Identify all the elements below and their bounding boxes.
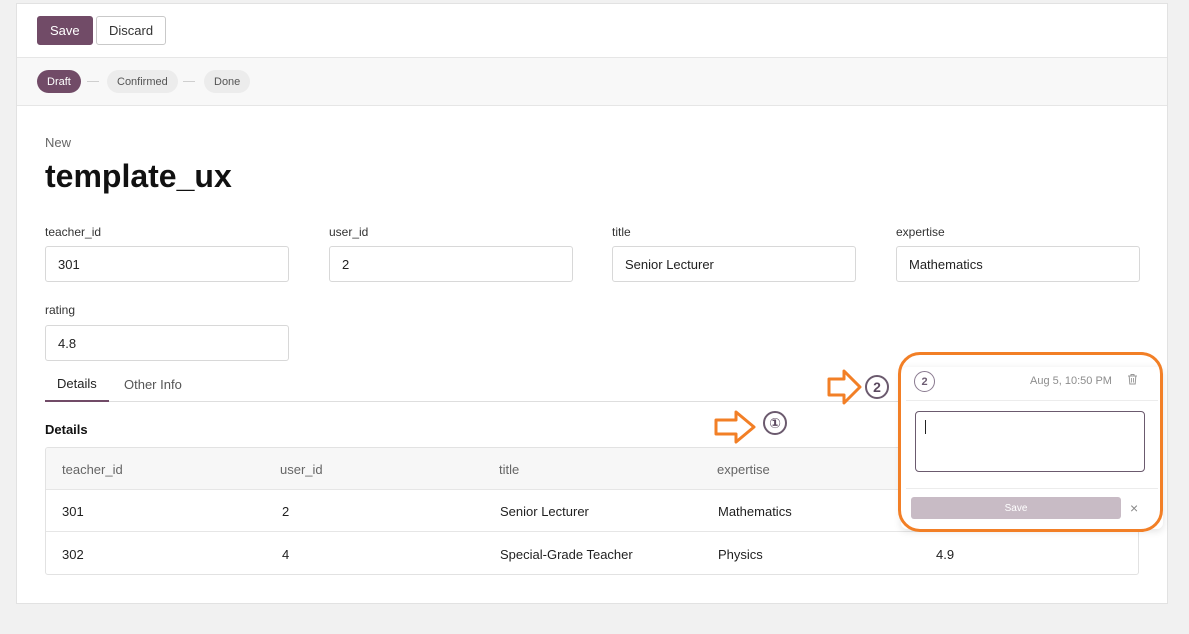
teacher-id-field[interactable]: 301 bbox=[45, 246, 289, 282]
stage-separator bbox=[87, 81, 99, 82]
stage-separator bbox=[183, 81, 195, 82]
column-header[interactable]: title bbox=[499, 448, 519, 490]
discard-button[interactable]: Discard bbox=[96, 16, 167, 45]
annotation-arrow-icon bbox=[827, 369, 862, 405]
tab-other-info[interactable]: Other Info bbox=[112, 366, 194, 402]
table-cell: Mathematics bbox=[718, 503, 792, 519]
annotation-marker-1: ① bbox=[763, 411, 787, 435]
close-icon[interactable]: × bbox=[1130, 500, 1138, 516]
field-label-user-id: user_id bbox=[329, 225, 369, 239]
column-header[interactable]: expertise bbox=[717, 448, 770, 490]
annotation-arrow-icon bbox=[714, 410, 756, 444]
trash-icon[interactable] bbox=[1127, 373, 1138, 385]
table-cell: 4.9 bbox=[936, 546, 955, 562]
column-header[interactable]: teacher_id bbox=[62, 448, 123, 490]
save-button[interactable]: Save bbox=[37, 16, 93, 45]
section-title-details: Details bbox=[45, 422, 88, 437]
form-toolbar: Save Discard bbox=[17, 4, 1167, 58]
status-bar: Draft Confirmed Done bbox=[17, 58, 1167, 106]
comment-save-button[interactable]: Save bbox=[911, 497, 1121, 519]
stage-draft[interactable]: Draft bbox=[37, 70, 81, 93]
breadcrumb: New bbox=[45, 135, 72, 150]
field-label-teacher-id: teacher_id bbox=[45, 225, 102, 239]
table-cell: 4 bbox=[282, 546, 290, 562]
rating-field[interactable]: 4.8 bbox=[45, 325, 289, 361]
table-cell: 301 bbox=[62, 503, 84, 519]
popup-divider bbox=[906, 488, 1158, 489]
expertise-field[interactable]: Mathematics bbox=[896, 246, 1140, 282]
user-id-field[interactable]: 2 bbox=[329, 246, 573, 282]
tab-details[interactable]: Details bbox=[45, 366, 109, 402]
table-row[interactable]: 302 4 Special-Grade Teacher Physics 4.9 bbox=[46, 533, 1138, 574]
annotation-marker-2: 2 bbox=[865, 375, 889, 399]
field-label-title: title bbox=[612, 225, 631, 239]
record-title: template_ux bbox=[45, 158, 232, 194]
comment-input[interactable] bbox=[915, 411, 1145, 472]
comment-timestamp: Aug 5, 10:50 PM bbox=[1030, 375, 1112, 387]
table-cell: 2 bbox=[282, 503, 290, 519]
table-cell: Physics bbox=[718, 546, 763, 562]
column-header[interactable]: user_id bbox=[280, 448, 323, 490]
table-cell: 302 bbox=[62, 546, 84, 562]
table-cell: Special-Grade Teacher bbox=[500, 546, 633, 562]
avatar: 2 bbox=[914, 371, 935, 392]
field-label-rating: rating bbox=[45, 303, 76, 317]
popup-divider bbox=[906, 400, 1158, 401]
field-label-expertise: expertise bbox=[896, 225, 945, 239]
stage-confirmed[interactable]: Confirmed bbox=[107, 70, 178, 93]
title-field[interactable]: Senior Lecturer bbox=[612, 246, 856, 282]
text-caret bbox=[925, 420, 926, 434]
stage-done[interactable]: Done bbox=[204, 70, 251, 93]
table-cell: Senior Lecturer bbox=[500, 503, 589, 519]
